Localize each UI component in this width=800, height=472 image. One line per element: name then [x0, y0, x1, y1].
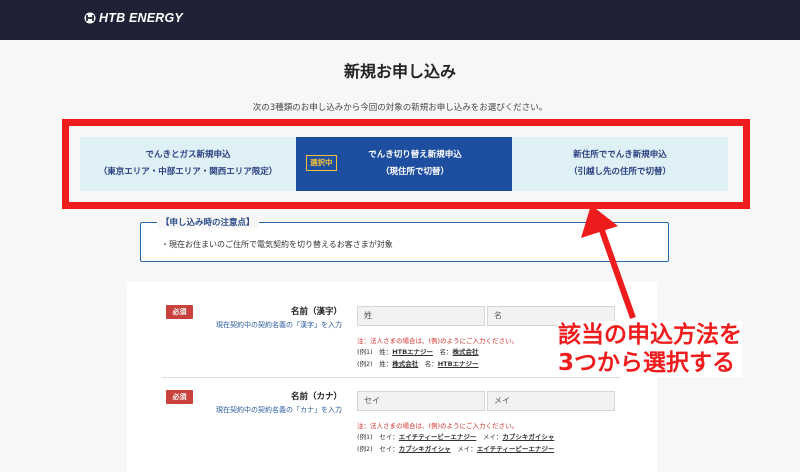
example-value: エイチティービーエナジー	[398, 433, 477, 441]
example-line-2: (例2) 姓：株式会社 名：HTBエナジー	[357, 358, 479, 368]
application-type-tabs: でんきとガス新規申込 （東京エリア・中部エリア・関西エリア限定） 選択中 でんき…	[80, 137, 728, 191]
annotation-line: 該当の申込方法を	[558, 322, 742, 348]
example-line-1: (例1) 姓：HTBエナジー 名：株式会社	[357, 346, 479, 356]
annotation-line: 3つから選択する	[558, 350, 736, 376]
example-mid: 名：	[433, 348, 453, 356]
tab-sublabel: （引越し先の住所で切替）	[568, 167, 671, 177]
tab-label: でんきとガス新規申込	[145, 150, 231, 160]
tab-body: でんきとガス新規申込 （東京エリア・中部エリア・関西エリア限定）	[99, 147, 278, 181]
tab-sublabel: （東京エリア・中部エリア・関西エリア限定）	[98, 167, 278, 177]
example-mid: メイ：	[476, 433, 503, 441]
notice-box: 【申し込み時の注意点】 ・現在お住まいのご住所で電気契約を切り替えるお客さまが対…	[140, 216, 669, 262]
tab-electricity-and-gas[interactable]: でんきとガス新規申込 （東京エリア・中部エリア・関西エリア限定）	[80, 137, 296, 191]
field-label: 名前（カナ）	[290, 392, 342, 402]
example-value: HTBエナジー	[437, 360, 479, 368]
field-sublabel: 現在契約中の契約名義の「漢字」を入力	[216, 321, 342, 329]
brand-logo[interactable]: HTB ENERGY	[84, 11, 183, 25]
selected-badge: 選択中	[306, 155, 337, 171]
page-title: 新規お申し込み	[343, 62, 456, 81]
field-sublabel: 現在契約中の契約名義の「カナ」を入力	[216, 406, 342, 414]
notice-title: 【申し込み時の注意点】	[157, 216, 259, 228]
logo-icon	[84, 12, 96, 24]
tab-sublabel: （現住所で切替）	[380, 167, 449, 177]
example-prefix: (例2) 姓：	[357, 360, 393, 368]
notice-text: ・現在お住まいのご住所で電気契約を切り替えるお客さまが対象	[161, 240, 393, 249]
top-header: HTB ENERGY	[0, 0, 800, 40]
example-value: HTBエナジー	[392, 348, 434, 356]
example-value: 株式会社	[392, 360, 419, 368]
annotation-callout: 該当の申込方法を 3つから選択する	[558, 321, 742, 377]
example-mid: メイ：	[450, 445, 477, 453]
example-prefix: (例1) セイ：	[357, 433, 399, 441]
logo-text: HTB ENERGY	[99, 11, 183, 25]
tab-body: 新住所ででんき新規申込 （引越し先の住所で切替）	[569, 147, 671, 181]
field-label: 名前（漢字）	[290, 307, 342, 317]
example-value: カブシキガイシャ	[502, 433, 555, 441]
last-name-kana-input[interactable]: セイ	[357, 391, 485, 411]
last-name-kanji-input[interactable]: 姓	[357, 306, 485, 326]
example-mid: 名：	[418, 360, 438, 368]
example-line-2: (例2) セイ：カブシキガイシャ メイ：エイチティービーエナジー	[357, 443, 554, 453]
tab-body: でんき切り替え新規申込 （現住所で切替）	[368, 147, 462, 181]
tab-new-address-electricity[interactable]: 新住所ででんき新規申込 （引越し先の住所で切替）	[512, 137, 728, 191]
first-name-kana-input[interactable]: メイ	[487, 391, 615, 411]
example-value: エイチティービーエナジー	[476, 445, 555, 453]
example-value: 株式会社	[452, 348, 479, 356]
example-prefix: (例2) セイ：	[357, 445, 399, 453]
row-divider	[162, 377, 620, 378]
example-value: カブシキガイシャ	[398, 445, 451, 453]
page-subtitle: 次の3種類のお申し込みから今回の対象の新規お申し込みをお選びください。	[252, 103, 548, 113]
tab-label: 新住所ででんき新規申込	[573, 150, 667, 160]
tab-electricity-switch[interactable]: 選択中 でんき切り替え新規申込 （現住所で切替）	[296, 137, 512, 191]
corporate-note: 注：法人さまの場合は、(例)のようにご入力ください。	[357, 422, 518, 430]
tab-label: でんき切り替え新規申込	[368, 150, 462, 160]
example-line-1: (例1) セイ：エイチティービーエナジー メイ：カブシキガイシャ	[357, 431, 554, 441]
corporate-note: 注：法人さまの場合は、(例)のようにご入力ください。	[357, 337, 518, 345]
example-prefix: (例1) 姓：	[357, 348, 393, 356]
